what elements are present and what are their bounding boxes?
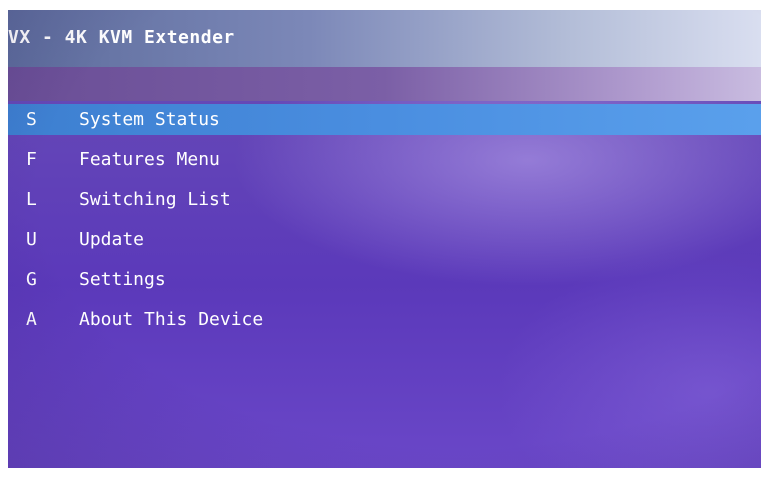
menu-item-update[interactable]: U Update — [8, 224, 761, 255]
menu-item-label: Switching List — [79, 189, 231, 210]
menu-item-label: System Status — [79, 109, 220, 130]
main-menu: S System Status F Features Menu L Switch… — [8, 104, 761, 344]
osd-screen: VX - 4K KVM Extender S System Status F F… — [8, 10, 761, 468]
menu-item-hotkey: F — [26, 149, 37, 170]
menu-item-system-status[interactable]: S System Status — [8, 104, 761, 135]
menu-item-label: Update — [79, 229, 145, 250]
menu-item-settings[interactable]: G Settings — [8, 264, 761, 295]
menu-item-features-menu[interactable]: F Features Menu — [8, 144, 761, 175]
menu-item-label: Settings — [79, 269, 166, 290]
menu-item-hotkey: U — [26, 229, 37, 250]
window-title: VX - 4K KVM Extender — [8, 27, 235, 48]
menu-item-switching-list[interactable]: L Switching List — [8, 184, 761, 215]
menu-item-hotkey: S — [26, 109, 37, 130]
menu-item-hotkey: G — [26, 269, 37, 290]
menu-item-hotkey: A — [26, 309, 37, 330]
header-separator — [8, 67, 761, 101]
menu-item-label: Features Menu — [79, 149, 220, 170]
menu-item-label: About This Device — [79, 309, 264, 330]
menu-item-hotkey: L — [26, 189, 37, 210]
menu-item-about-this-device[interactable]: A About This Device — [8, 304, 761, 335]
title-bar: VX - 4K KVM Extender — [8, 10, 761, 67]
